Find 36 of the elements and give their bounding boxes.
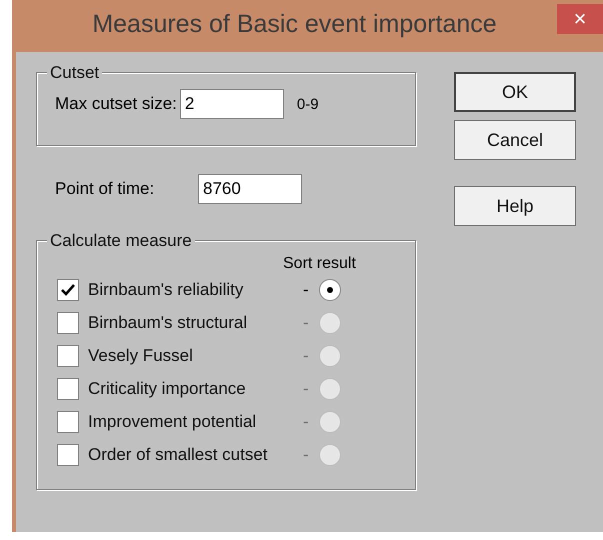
checkbox-label: Vesely Fussel [88, 346, 194, 366]
dialog-button[interactable]: OK [454, 72, 576, 112]
dialog-button[interactable]: Cancel [454, 120, 576, 160]
dialog-button[interactable]: Help [454, 186, 576, 226]
checkbox-label: Birnbaum's reliability [88, 280, 244, 300]
checkbox-label: Criticality importance [88, 378, 247, 398]
checkbox-label: Improvement potential [88, 412, 258, 432]
field-label: Point of time: [55, 179, 156, 199]
radio-button[interactable] [319, 278, 341, 300]
checkbox[interactable] [57, 344, 79, 366]
dash-mark: - [303, 444, 310, 464]
dash-mark: - [303, 378, 310, 398]
window-title: Measures of Basic event importance [91, 9, 498, 39]
column-heading: Sort result [283, 255, 357, 273]
radio-button[interactable] [319, 378, 341, 400]
close-button[interactable]: × [557, 4, 603, 34]
dash-mark: - [303, 280, 310, 300]
radio-button[interactable] [319, 410, 341, 432]
input-field[interactable]: 2 [180, 89, 284, 119]
checkbox[interactable] [57, 312, 79, 334]
field-label: Max cutset size: [55, 94, 177, 114]
radio-button[interactable] [319, 444, 341, 466]
checkbox-label: Order of smallest cutset [88, 444, 269, 464]
checkbox[interactable] [57, 410, 79, 432]
checkbox-label: Birnbaum's structural [88, 312, 248, 332]
checkbox[interactable] [57, 378, 79, 400]
range-hint: 0-9 [296, 96, 319, 112]
check-icon [61, 284, 75, 296]
checkbox[interactable] [57, 278, 79, 300]
dash-mark: - [303, 346, 310, 366]
input-field[interactable]: 8760 [198, 174, 302, 204]
radio-button[interactable] [319, 312, 341, 334]
dash-mark: - [303, 312, 310, 332]
checkbox[interactable] [57, 444, 79, 466]
dash-mark: - [303, 412, 310, 432]
radio-button[interactable] [319, 344, 341, 366]
